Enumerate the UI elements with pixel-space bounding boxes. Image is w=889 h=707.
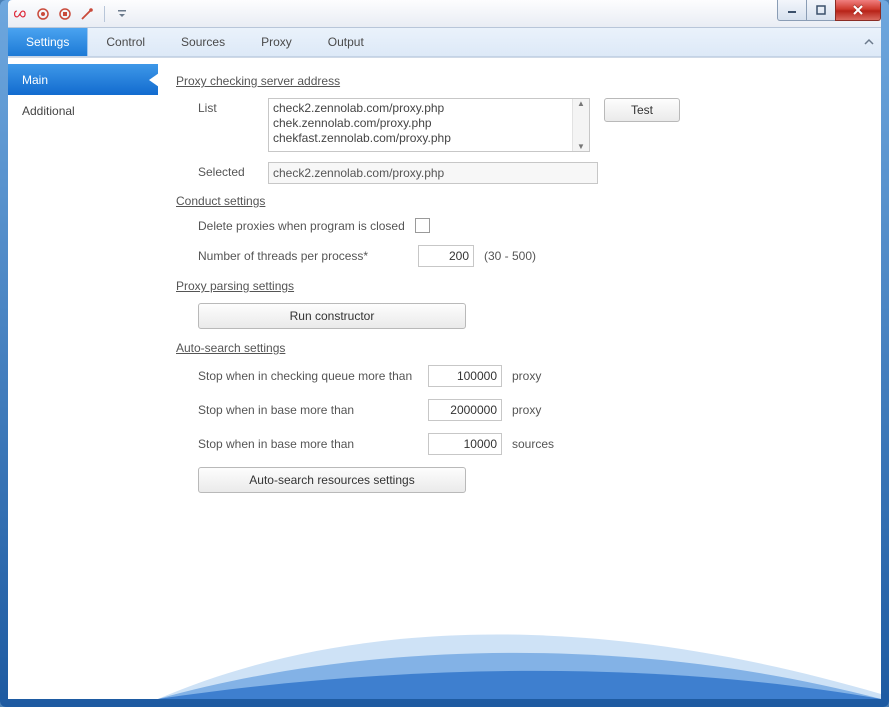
sidebar-item-main[interactable]: Main bbox=[8, 64, 158, 95]
minimize-button[interactable] bbox=[777, 0, 807, 21]
tools-icon[interactable] bbox=[80, 7, 94, 21]
chevron-up-icon[interactable]: ▲ bbox=[577, 99, 585, 108]
list-scrollbar[interactable]: ▲ ▼ bbox=[572, 99, 589, 151]
tab-label: Output bbox=[328, 35, 364, 49]
ribbon-collapse-icon[interactable] bbox=[863, 28, 875, 56]
infinity-icon[interactable] bbox=[14, 7, 28, 21]
tab-output[interactable]: Output bbox=[310, 28, 382, 56]
section-conduct-title: Conduct settings bbox=[176, 194, 863, 208]
button-label: Run constructor bbox=[290, 309, 375, 323]
autosearch-resources-button[interactable]: Auto-search resources settings bbox=[198, 467, 466, 493]
threads-hint: (30 - 500) bbox=[484, 249, 536, 263]
base-proxy-limit-input[interactable]: 2000000 bbox=[428, 399, 502, 421]
ribbon-tabs: Settings Control Sources Proxy Output bbox=[8, 28, 881, 57]
selected-server-field[interactable]: check2.zennolab.com/proxy.php bbox=[268, 162, 598, 184]
selected-value: check2.zennolab.com/proxy.php bbox=[273, 166, 444, 180]
autosearch-row-label: Stop when in base more than bbox=[198, 403, 418, 417]
autosearch-unit: proxy bbox=[512, 403, 541, 417]
tab-label: Proxy bbox=[261, 35, 292, 49]
decorative-swoosh bbox=[158, 579, 881, 699]
title-bar bbox=[8, 0, 881, 28]
customize-qat-icon[interactable] bbox=[115, 7, 129, 21]
tab-label: Settings bbox=[26, 35, 69, 49]
chevron-down-icon[interactable]: ▼ bbox=[577, 142, 585, 151]
selected-label: Selected bbox=[176, 162, 268, 179]
section-proxy-checking-title: Proxy checking server address bbox=[176, 74, 863, 88]
toolbar-divider bbox=[104, 6, 105, 22]
threads-input[interactable]: 200 bbox=[418, 245, 474, 267]
list-item[interactable]: chek.zennolab.com/proxy.php bbox=[273, 116, 568, 131]
settings-panel: Proxy checking server address List check… bbox=[158, 58, 881, 699]
sidebar-item-label: Additional bbox=[22, 104, 75, 118]
test-button[interactable]: Test bbox=[604, 98, 680, 122]
autosearch-unit: proxy bbox=[512, 369, 541, 383]
delete-proxies-label: Delete proxies when program is closed bbox=[198, 219, 405, 233]
stop-icon[interactable] bbox=[58, 7, 72, 21]
section-parsing-title: Proxy parsing settings bbox=[176, 279, 863, 293]
close-button[interactable] bbox=[835, 0, 881, 21]
autosearch-row-label: Stop when in checking queue more than bbox=[198, 369, 418, 383]
quick-access-toolbar bbox=[14, 6, 129, 22]
content-area: Main Additional Proxy checking server ad… bbox=[8, 57, 881, 699]
input-value: 200 bbox=[449, 249, 469, 263]
server-listbox[interactable]: check2.zennolab.com/proxy.php chek.zenno… bbox=[268, 98, 590, 152]
window-controls bbox=[778, 0, 881, 20]
section-autosearch-title: Auto-search settings bbox=[176, 341, 863, 355]
autosearch-row-label: Stop when in base more than bbox=[198, 437, 418, 451]
settings-sidebar: Main Additional bbox=[8, 58, 158, 699]
maximize-button[interactable] bbox=[806, 0, 836, 21]
threads-label: Number of threads per process* bbox=[198, 249, 408, 263]
input-value: 2000000 bbox=[450, 403, 497, 417]
sidebar-item-additional[interactable]: Additional bbox=[8, 95, 158, 126]
button-label: Test bbox=[631, 103, 653, 117]
input-value: 10000 bbox=[464, 437, 497, 451]
tab-label: Sources bbox=[181, 35, 225, 49]
list-label: List bbox=[176, 98, 268, 115]
button-label: Auto-search resources settings bbox=[249, 473, 414, 487]
sidebar-item-label: Main bbox=[22, 73, 48, 87]
tab-control[interactable]: Control bbox=[88, 28, 163, 56]
server-list-content: check2.zennolab.com/proxy.php chek.zenno… bbox=[269, 99, 572, 151]
base-sources-limit-input[interactable]: 10000 bbox=[428, 433, 502, 455]
app-window: Settings Control Sources Proxy Output Ma… bbox=[8, 0, 881, 699]
tab-settings[interactable]: Settings bbox=[8, 28, 88, 56]
delete-proxies-checkbox[interactable] bbox=[415, 218, 430, 233]
list-item[interactable]: chekfast.zennolab.com/proxy.php bbox=[273, 131, 568, 146]
queue-limit-input[interactable]: 100000 bbox=[428, 365, 502, 387]
tab-proxy[interactable]: Proxy bbox=[243, 28, 310, 56]
autosearch-unit: sources bbox=[512, 437, 554, 451]
record-icon[interactable] bbox=[36, 7, 50, 21]
run-constructor-button[interactable]: Run constructor bbox=[198, 303, 466, 329]
list-item[interactable]: check2.zennolab.com/proxy.php bbox=[273, 101, 568, 116]
tab-sources[interactable]: Sources bbox=[163, 28, 243, 56]
input-value: 100000 bbox=[457, 369, 497, 383]
tab-label: Control bbox=[106, 35, 145, 49]
